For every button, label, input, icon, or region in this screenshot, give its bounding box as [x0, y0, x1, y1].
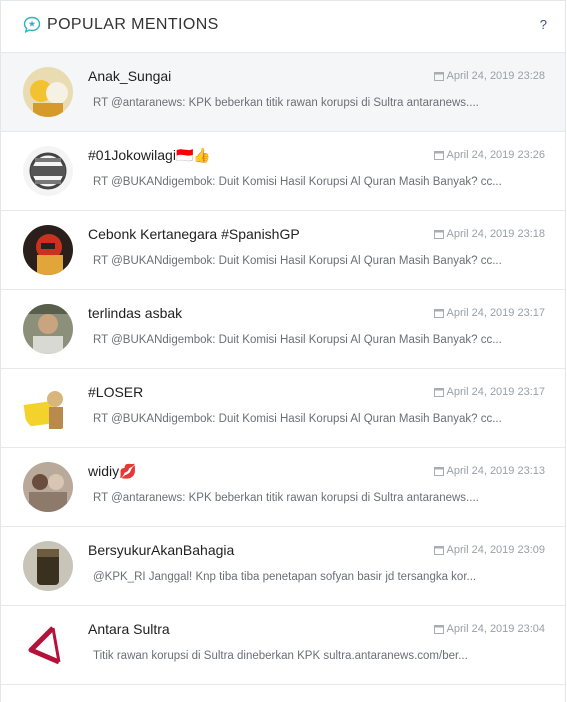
calendar-icon	[433, 625, 444, 634]
avatar	[23, 225, 73, 275]
calendar-icon	[433, 151, 444, 160]
author-name[interactable]: BersyukurAkanBahagia	[88, 542, 234, 558]
mention-row[interactable]: Anak_Sungai April 24, 2019 23:28 RT @ant…	[1, 53, 565, 132]
timestamp-text: April 24, 2019 23:13	[446, 465, 545, 477]
help-button[interactable]: ?	[540, 17, 547, 32]
chat-star-icon	[23, 16, 41, 34]
timestamp: April 24, 2019 23:17	[433, 386, 545, 398]
timestamp: April 24, 2019 23:28	[433, 70, 545, 82]
mention-text: @KPK_RI Janggal! Knp tiba tiba penetapan…	[93, 571, 477, 583]
timestamp: April 24, 2019 23:04	[433, 623, 545, 635]
timestamp-text: April 24, 2019 23:17	[446, 307, 545, 319]
avatar	[23, 383, 73, 433]
popular-mentions-panel: POPULAR MENTIONS ? Anak_Sungai April 24,…	[0, 0, 566, 702]
avatar	[23, 462, 73, 512]
calendar-icon	[433, 546, 444, 555]
mention-text: RT @antaranews: KPK beberkan titik rawan…	[93, 97, 479, 109]
timestamp-text: April 24, 2019 23:17	[446, 386, 545, 398]
timestamp-text: April 24, 2019 23:18	[446, 228, 545, 240]
avatar	[23, 620, 73, 670]
author-name[interactable]: #01Jokowilagi🇮🇩👍	[88, 147, 211, 164]
calendar-icon	[433, 72, 444, 81]
avatar	[23, 146, 73, 196]
timestamp-text: April 24, 2019 23:26	[446, 149, 545, 161]
avatar	[23, 541, 73, 591]
timestamp: April 24, 2019 23:26	[433, 149, 545, 161]
mention-row[interactable]: Antara Sultra April 24, 2019 23:04 Titik…	[1, 606, 565, 685]
timestamp-text: April 24, 2019 23:04	[446, 623, 545, 635]
mention-text: RT @BUKANdigembok: Duit Komisi Hasil Kor…	[93, 334, 502, 346]
timestamp: April 24, 2019 23:09	[433, 544, 545, 556]
author-name[interactable]: Cebonk Kertanegara #SpanishGP	[88, 226, 300, 242]
mention-text: RT @BUKANdigembok: Duit Komisi Hasil Kor…	[93, 413, 502, 425]
author-name[interactable]: Anak_Sungai	[88, 68, 171, 84]
panel-header: POPULAR MENTIONS ?	[1, 1, 565, 53]
author-name[interactable]: widiy💋	[88, 463, 137, 480]
mention-text: Titik rawan korupsi di Sultra dineberkan…	[93, 650, 468, 662]
timestamp-text: April 24, 2019 23:28	[446, 70, 545, 82]
timestamp: April 24, 2019 23:18	[433, 228, 545, 240]
mention-text: RT @antaranews: KPK beberkan titik rawan…	[93, 492, 479, 504]
timestamp-text: April 24, 2019 23:09	[446, 544, 545, 556]
mention-row[interactable]: terlindas asbak April 24, 2019 23:17 RT …	[1, 290, 565, 369]
calendar-icon	[433, 467, 444, 476]
calendar-icon	[433, 309, 444, 318]
avatar	[23, 67, 73, 117]
mention-row[interactable]: #LOSER April 24, 2019 23:17 RT @BUKANdig…	[1, 369, 565, 448]
timestamp: April 24, 2019 23:13	[433, 465, 545, 477]
mention-row[interactable]: BersyukurAkanBahagia April 24, 2019 23:0…	[1, 527, 565, 606]
mention-text: RT @BUKANdigembok: Duit Komisi Hasil Kor…	[93, 255, 502, 267]
mention-row[interactable]: #01Jokowilagi🇮🇩👍 April 24, 2019 23:26 RT…	[1, 132, 565, 211]
mention-row[interactable]: widiy💋 April 24, 2019 23:13 RT @antarane…	[1, 448, 565, 527]
author-name[interactable]: terlindas asbak	[88, 305, 182, 321]
calendar-icon	[433, 230, 444, 239]
calendar-icon	[433, 388, 444, 397]
mention-text: RT @BUKANdigembok: Duit Komisi Hasil Kor…	[93, 176, 502, 188]
author-name[interactable]: #LOSER	[88, 384, 143, 400]
panel-title: POPULAR MENTIONS	[47, 16, 219, 33]
timestamp: April 24, 2019 23:17	[433, 307, 545, 319]
avatar	[23, 304, 73, 354]
author-name[interactable]: Antara Sultra	[88, 621, 170, 637]
mention-row[interactable]: Cebonk Kertanegara #SpanishGP April 24, …	[1, 211, 565, 290]
